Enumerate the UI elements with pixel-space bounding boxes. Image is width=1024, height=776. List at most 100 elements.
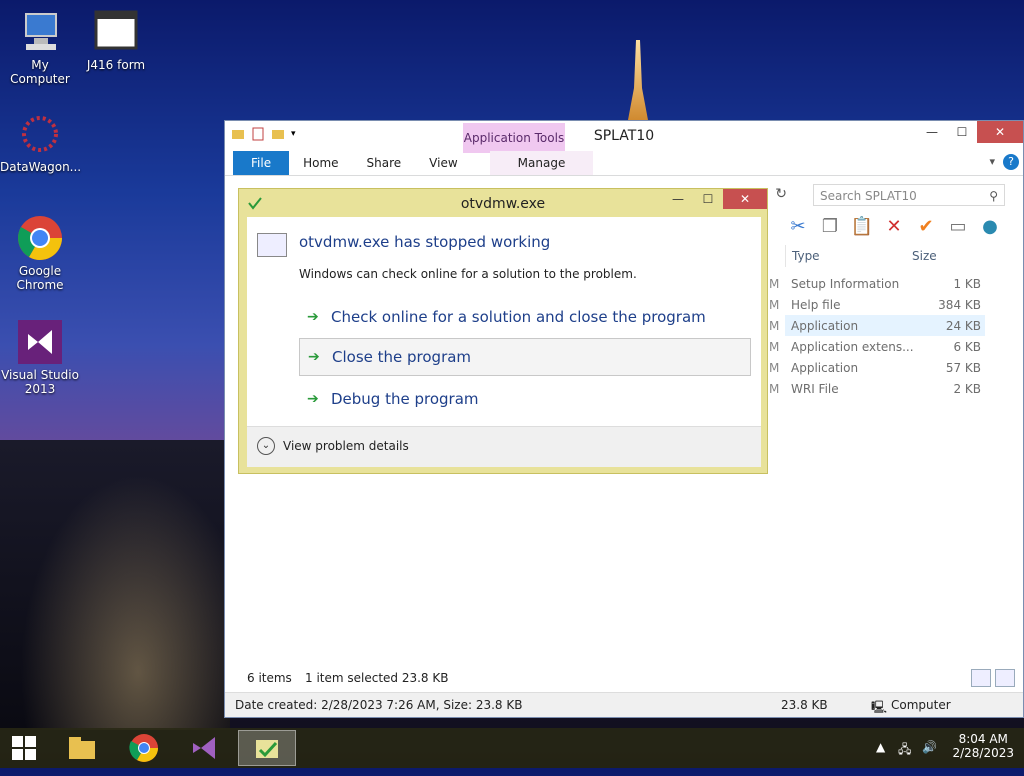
dialog-window-controls: — ☐ ✕ <box>663 189 767 209</box>
ribbon-tabs: File Home Share View Manage ▾ ? <box>225 151 1023 176</box>
file-explorer-taskbar-button[interactable] <box>58 730 106 766</box>
file-size: 23.8 KB <box>781 698 828 712</box>
view-problem-details-link[interactable]: View problem details <box>283 439 409 453</box>
desktop-icon-google-chrome[interactable]: Google Chrome <box>0 214 80 292</box>
dialog-body: otvdmw.exe has stopped working Windows c… <box>247 217 761 467</box>
chrome-taskbar-button[interactable] <box>120 730 168 766</box>
chevron-down-icon[interactable]: ⌄ <box>257 437 275 455</box>
maximize-button[interactable]: ☐ <box>693 189 723 209</box>
globe-icon[interactable]: ● <box>977 215 1003 239</box>
arrow-right-icon: ➔ <box>308 349 320 365</box>
background-city <box>0 440 230 730</box>
checkmark-icon[interactable]: ✔ <box>913 215 939 239</box>
visual-studio-taskbar-button[interactable] <box>180 730 228 766</box>
tab-view[interactable]: View <box>415 151 471 175</box>
tab-share[interactable]: Share <box>353 151 416 175</box>
dialog-subtext: Windows can check online for a solution … <box>299 267 637 281</box>
dialog-titlebar[interactable]: otvdmw.exe — ☐ ✕ <box>239 189 767 217</box>
debug-program-option[interactable]: ➔ Debug the program <box>299 381 751 419</box>
file-details: Date created: 2/28/2023 7:26 AM, Size: 2… <box>235 698 523 712</box>
rename-icon[interactable]: ▭ <box>945 215 971 239</box>
desktop-icon-j416-form[interactable]: J416 form <box>76 8 156 72</box>
minimize-button[interactable]: — <box>917 121 947 143</box>
file-list-header: Type Size <box>785 245 1006 267</box>
network-icon[interactable]: 🖧 <box>898 740 911 761</box>
list-item[interactable]: M WRI File 2 KB <box>769 378 985 399</box>
search-icon: ⚲ <box>989 189 998 203</box>
refresh-icon[interactable]: ↻ <box>775 186 787 202</box>
selection-info: 1 item selected 23.8 KB <box>305 671 449 685</box>
show-hidden-icons-icon[interactable]: ▲ <box>876 740 885 754</box>
datawagon-icon <box>16 110 64 158</box>
maximize-button[interactable]: ☐ <box>947 121 977 143</box>
taskbar: ▲ 🖧 🔊 8:04 AM 2/28/2023 <box>0 728 1024 768</box>
toolbar: ✂ ❐ 📋 ✕ ✔ ▭ ● <box>785 215 1003 239</box>
desktop-icon-visual-studio[interactable]: Visual Studio 2013 <box>0 318 80 396</box>
cut-icon[interactable]: ✂ <box>785 215 811 239</box>
items-count: 6 items <box>247 671 292 685</box>
file-list: M Setup Information 1 KB M Help file 384 KB … <box>769 273 985 399</box>
otvdmw-taskbar-button[interactable] <box>238 730 296 766</box>
computer-icon: 🖳 <box>871 700 888 714</box>
error-dialog[interactable]: otvdmw.exe — ☐ ✕ otvdmw.exe has stopped … <box>238 188 768 474</box>
column-size[interactable]: Size <box>912 249 937 263</box>
app-icon <box>256 740 278 758</box>
program-icon <box>257 233 287 257</box>
details-view-icon[interactable] <box>971 669 991 687</box>
chrome-icon <box>16 214 64 262</box>
windows-logo-icon <box>12 736 36 760</box>
folder-icon <box>69 737 95 759</box>
list-item[interactable]: M Application 57 KB <box>769 357 985 378</box>
window-title: SPLAT10 <box>593 128 655 144</box>
window-controls: — ☐ ✕ <box>917 121 1023 143</box>
list-item[interactable]: M Application extens... 6 KB <box>769 336 985 357</box>
large-icons-view-icon[interactable] <box>995 669 1015 687</box>
volume-icon[interactable]: 🔊 <box>922 740 937 754</box>
close-program-option[interactable]: ➔ Close the program <box>299 338 751 376</box>
desktop-icon-label: Visual Studio 2013 <box>1 368 79 396</box>
clock-date: 2/28/2023 <box>952 746 1014 760</box>
delete-icon[interactable]: ✕ <box>881 215 907 239</box>
search-input[interactable]: Search SPLAT10 ⚲ <box>813 184 1005 206</box>
chrome-icon <box>129 734 158 762</box>
column-type[interactable]: Type <box>792 249 820 263</box>
close-button[interactable]: ✕ <box>977 121 1023 143</box>
background-tower <box>628 40 648 120</box>
list-item[interactable]: M Help file 384 KB <box>769 294 985 315</box>
minimize-button[interactable]: — <box>663 189 693 209</box>
desktop-icon-label: J416 form <box>86 58 146 72</box>
arrow-right-icon: ➔ <box>307 391 319 407</box>
dialog-footer: ⌄ View problem details <box>247 426 761 467</box>
start-button[interactable] <box>0 730 48 766</box>
visual-studio-icon <box>193 737 215 759</box>
arrow-right-icon: ➔ <box>307 309 319 325</box>
list-item-selected[interactable]: M Application 24 KB <box>769 315 985 336</box>
details-bar: Date created: 2/28/2023 7:26 AM, Size: 2… <box>225 692 1023 717</box>
list-item[interactable]: M Setup Information 1 KB <box>769 273 985 294</box>
search-placeholder: Search SPLAT10 <box>820 189 917 203</box>
view-buttons <box>971 669 1015 687</box>
tab-home[interactable]: Home <box>289 151 352 175</box>
status-bar: 6 items 1 item selected 23.8 KB <box>225 667 1023 689</box>
clock-time: 8:04 AM <box>958 732 1008 746</box>
check-online-option[interactable]: ➔ Check online for a solution and close … <box>299 299 751 337</box>
clock[interactable]: 8:04 AM 2/28/2023 <box>952 732 1014 760</box>
dialog-heading: otvdmw.exe has stopped working <box>299 233 551 251</box>
expand-ribbon-icon[interactable]: ▾ <box>989 155 995 168</box>
tab-manage[interactable]: Manage <box>489 151 594 175</box>
copy-icon[interactable]: ❐ <box>817 215 843 239</box>
desktop-icon-my-computer[interactable]: My Computer <box>0 8 80 86</box>
desktop-icon-label: My Computer <box>10 58 70 86</box>
paste-icon[interactable]: 📋 <box>849 215 875 239</box>
desktop-icon-label: Google Chrome <box>16 264 64 292</box>
explorer-titlebar[interactable]: ▾ Application Tools SPLAT10 — ☐ ✕ <box>225 121 1023 153</box>
computer-icon <box>16 8 64 56</box>
tab-file[interactable]: File <box>233 151 290 175</box>
visual-studio-icon <box>16 318 64 366</box>
location-label: Computer <box>891 698 951 712</box>
window-icon <box>92 8 140 56</box>
desktop-icon-label: DataWagon... <box>0 160 82 174</box>
desktop-icon-datawagon[interactable]: DataWagon... <box>0 110 82 174</box>
help-icon[interactable]: ? <box>1003 154 1019 170</box>
close-button[interactable]: ✕ <box>723 189 767 209</box>
